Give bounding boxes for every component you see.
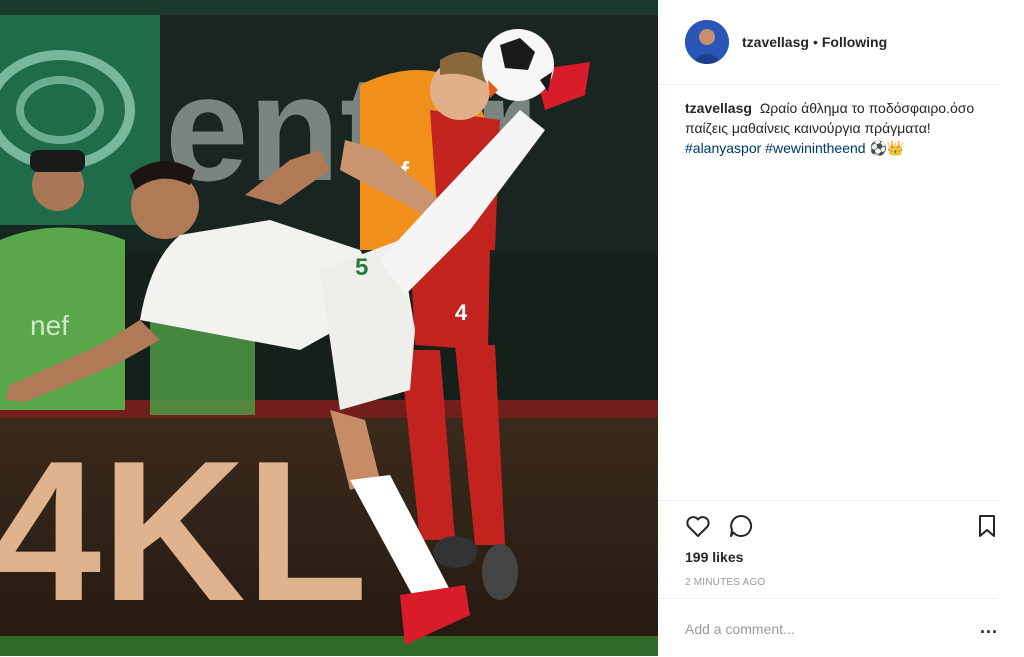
likes-count[interactable]: 199 likes — [685, 549, 743, 565]
caption-username[interactable]: tzavellasg — [685, 100, 752, 116]
post-header: tzavellasg • Following — [658, 0, 998, 85]
svg-text:4: 4 — [455, 300, 468, 325]
bookmark-icon[interactable] — [976, 514, 998, 543]
header-separator: • — [812, 34, 818, 50]
hashtag-wewinintheend[interactable]: #wewinintheend — [765, 140, 865, 156]
comment-input[interactable] — [685, 619, 945, 639]
post-details-panel: tzavellasg • Following tzavellasg Ωραίο άθ… — [658, 0, 1024, 656]
comment-bar: ... — [658, 598, 998, 657]
football-photo: enter 4KL nef Tef 4 — [0, 0, 658, 656]
heart-icon[interactable] — [685, 514, 711, 543]
header-text: tzavellasg • Following — [742, 34, 887, 50]
post-caption: tzavellasg Ωραίο άθλημα το ποδόσφαιρο.όσ… — [685, 98, 985, 158]
more-options-button[interactable]: ... — [980, 617, 998, 637]
svg-text:nef: nef — [30, 310, 69, 341]
user-avatar-icon — [685, 20, 729, 64]
post-photo[interactable]: enter 4KL nef Tef 4 — [0, 0, 658, 656]
following-button[interactable]: Following — [822, 34, 887, 50]
header-username[interactable]: tzavellasg — [742, 34, 809, 50]
led-board-text: 4KL — [0, 420, 368, 643]
football-ball — [482, 29, 554, 101]
comment-bubble-icon[interactable] — [728, 513, 754, 544]
svg-text:5: 5 — [355, 254, 368, 281]
post-timestamp[interactable]: 2 MINUTES AGO — [685, 577, 765, 588]
caption-emoji: ⚽👑 — [869, 140, 905, 156]
post-actions — [658, 500, 998, 551]
avatar[interactable] — [685, 20, 729, 64]
hashtag-alanyaspor[interactable]: #alanyaspor — [685, 140, 761, 156]
